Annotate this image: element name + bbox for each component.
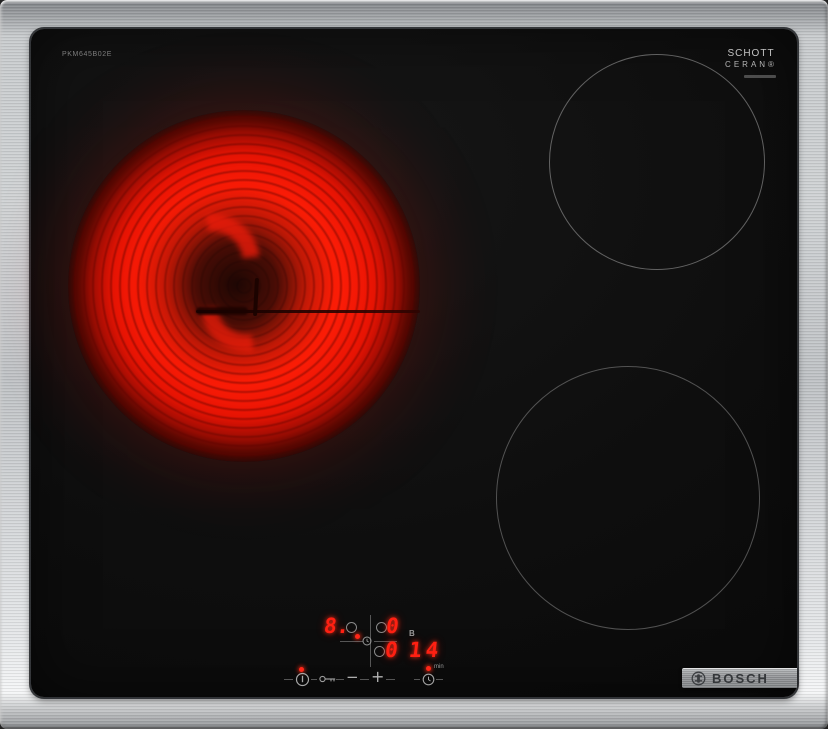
plus-button[interactable]: +	[371, 669, 384, 685]
timer-active-led	[426, 666, 431, 671]
ceran-wordmark: CERAN®	[718, 60, 784, 69]
button-separator	[311, 679, 317, 680]
burner-back-right-outline	[549, 54, 765, 270]
timer-minutes-display: 14	[408, 640, 444, 661]
burner-front-right-outline	[496, 366, 760, 630]
top-right-level-display: 0	[385, 616, 400, 637]
button-separator	[284, 679, 293, 680]
minus-button[interactable]: −	[346, 670, 359, 685]
schott-ceran-logo: SCHOTT CERAN®	[718, 48, 784, 78]
display-indicator-b: B	[409, 629, 415, 638]
bosch-cooktop-photo: PKM645B02E SCHOTT CERAN® 8.	[0, 0, 828, 729]
timer-zone-level-display: 0	[384, 640, 399, 661]
button-separator	[360, 679, 369, 680]
button-separator	[414, 679, 420, 680]
button-separator	[336, 679, 344, 680]
zone-selected-led	[355, 634, 360, 639]
zone-indicator-ring-left	[346, 622, 357, 633]
button-separator	[436, 679, 443, 680]
bosch-armature-icon	[691, 671, 706, 686]
button-separator	[386, 679, 395, 680]
bosch-wordmark: BOSCH	[712, 671, 769, 686]
key-lock-button[interactable]	[319, 674, 337, 684]
schott-wordmark: SCHOTT	[718, 48, 784, 59]
timer-clock-button[interactable]	[422, 673, 435, 686]
minutes-unit-label: min	[434, 664, 444, 670]
burner-front-left-glowing	[68, 110, 420, 462]
burner-sensor-rod	[196, 310, 420, 313]
schott-fineprint	[744, 75, 776, 78]
bosch-badge: BOSCH	[682, 668, 797, 688]
zone-clock-icon	[362, 636, 372, 646]
ceramic-glass-surface: PKM645B02E SCHOTT CERAN® 8.	[31, 29, 797, 697]
power-button[interactable]	[295, 672, 310, 687]
model-code-print: PKM645B02E	[62, 51, 112, 58]
display-divider-left	[340, 641, 363, 642]
